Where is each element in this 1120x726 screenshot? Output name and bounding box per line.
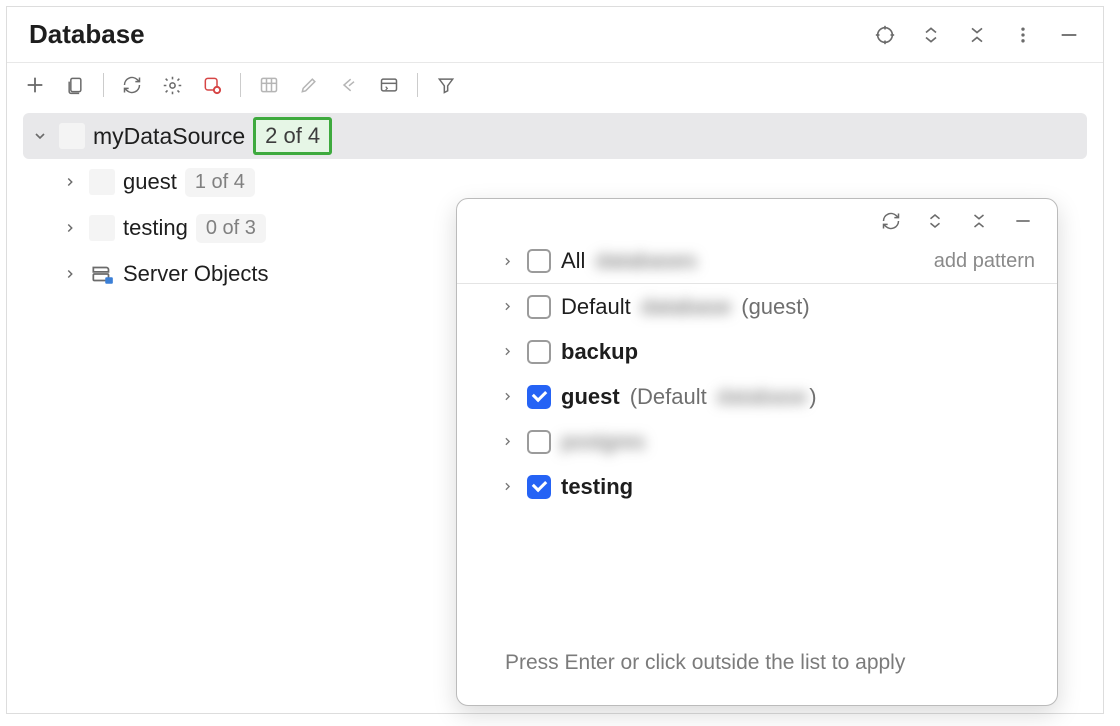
popup-label-blur: databases bbox=[595, 248, 697, 274]
toolbar-separator bbox=[103, 73, 104, 97]
stop-icon[interactable] bbox=[200, 73, 224, 97]
popup-row-all[interactable]: All databases add pattern bbox=[457, 239, 1057, 284]
tree-item-label: testing bbox=[123, 215, 188, 241]
popup-label: Default bbox=[561, 294, 631, 320]
popup-label-blur: database bbox=[717, 384, 808, 410]
more-icon[interactable] bbox=[1011, 23, 1035, 47]
chevron-right-icon[interactable] bbox=[497, 432, 517, 452]
server-objects-icon bbox=[89, 261, 115, 287]
minimize-icon[interactable] bbox=[1057, 23, 1081, 47]
jump-icon[interactable] bbox=[337, 73, 361, 97]
tree-count-badge[interactable]: 0 of 3 bbox=[196, 214, 266, 243]
add-pattern-link[interactable]: add pattern bbox=[934, 250, 1035, 273]
popup-row[interactable]: postgres bbox=[457, 419, 1057, 464]
refresh-icon[interactable] bbox=[879, 209, 903, 233]
copy-icon[interactable] bbox=[63, 73, 87, 97]
chevron-right-icon[interactable] bbox=[497, 251, 517, 271]
toolbar-separator bbox=[240, 73, 241, 97]
edit-icon[interactable] bbox=[297, 73, 321, 97]
refresh-icon[interactable] bbox=[120, 73, 144, 97]
popup-row[interactable]: backup bbox=[457, 329, 1057, 374]
tree-datasource-row[interactable]: myDataSource 2 of 4 bbox=[23, 113, 1087, 159]
schema-selector-popup: All databases add pattern Default databa… bbox=[456, 198, 1058, 706]
expand-collapse-icon[interactable] bbox=[919, 23, 943, 47]
chevron-right-icon[interactable] bbox=[497, 297, 517, 317]
chevron-right-icon[interactable] bbox=[59, 171, 81, 193]
popup-suffix: (guest) bbox=[741, 294, 809, 320]
popup-label: All bbox=[561, 248, 585, 274]
popup-label: testing bbox=[561, 474, 633, 500]
target-icon[interactable] bbox=[873, 23, 897, 47]
popup-label-blur: postgres bbox=[561, 429, 645, 455]
chevron-down-icon[interactable] bbox=[29, 125, 51, 147]
tree-item-label: guest bbox=[123, 169, 177, 195]
chevron-right-icon[interactable] bbox=[497, 477, 517, 497]
datasource-count-badge[interactable]: 2 of 4 bbox=[253, 117, 332, 155]
database-icon bbox=[89, 215, 115, 241]
datasource-label: myDataSource bbox=[93, 123, 245, 150]
popup-label: backup bbox=[561, 339, 638, 365]
tree-count-badge[interactable]: 1 of 4 bbox=[185, 168, 255, 197]
chevron-right-icon[interactable] bbox=[497, 342, 517, 362]
popup-row[interactable]: testing bbox=[457, 464, 1057, 509]
chevron-right-icon[interactable] bbox=[59, 263, 81, 285]
checkbox[interactable] bbox=[527, 295, 551, 319]
datasource-icon bbox=[59, 123, 85, 149]
chevron-right-icon[interactable] bbox=[497, 387, 517, 407]
tree-item-label: Server Objects bbox=[123, 261, 269, 287]
console-icon[interactable] bbox=[377, 73, 401, 97]
popup-suffix: ) bbox=[809, 384, 816, 410]
popup-row[interactable]: Default database (guest) bbox=[457, 284, 1057, 329]
checkbox-checked[interactable] bbox=[527, 385, 551, 409]
collapse-all-icon[interactable] bbox=[965, 23, 989, 47]
checkbox[interactable] bbox=[527, 340, 551, 364]
expand-collapse-icon[interactable] bbox=[923, 209, 947, 233]
filter-icon[interactable] bbox=[434, 73, 458, 97]
popup-suffix: (Default bbox=[630, 384, 707, 410]
chevron-right-icon[interactable] bbox=[59, 217, 81, 239]
minimize-icon[interactable] bbox=[1011, 209, 1035, 233]
checkbox[interactable] bbox=[527, 249, 551, 273]
popup-label: guest bbox=[561, 384, 620, 410]
panel-title: Database bbox=[29, 19, 873, 50]
collapse-all-icon[interactable] bbox=[967, 209, 991, 233]
checkbox[interactable] bbox=[527, 430, 551, 454]
add-icon[interactable] bbox=[23, 73, 47, 97]
popup-label-blur: database bbox=[641, 294, 732, 320]
table-icon[interactable] bbox=[257, 73, 281, 97]
popup-row[interactable]: guest (Default database ) bbox=[457, 374, 1057, 419]
database-icon bbox=[89, 169, 115, 195]
popup-hint: Press Enter or click outside the list to… bbox=[457, 636, 1057, 705]
checkbox-checked[interactable] bbox=[527, 475, 551, 499]
toolbar-separator bbox=[417, 73, 418, 97]
gear-icon[interactable] bbox=[160, 73, 184, 97]
